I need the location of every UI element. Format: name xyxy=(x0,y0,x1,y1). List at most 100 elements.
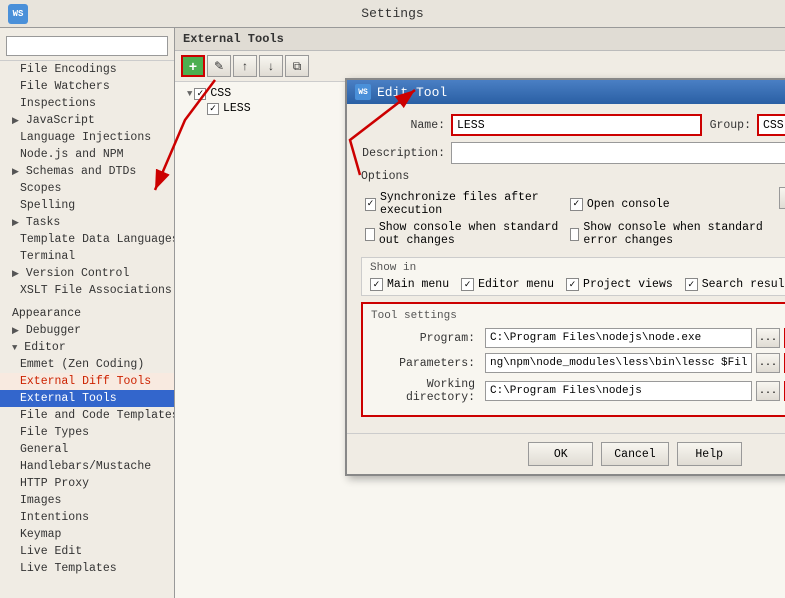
description-label: Description: xyxy=(361,147,451,160)
program-label: Program: xyxy=(371,332,481,345)
program-row: Program: ... Insert macro... xyxy=(371,328,785,348)
group-label: Group: xyxy=(710,119,751,132)
name-input[interactable] xyxy=(451,114,702,136)
sidebar-item-inspections[interactable]: Inspections xyxy=(0,95,174,112)
working-dir-row: Working directory: ... Insert macro... xyxy=(371,378,785,404)
project-views-label: Project views xyxy=(583,278,673,291)
title-bar: WS Settings xyxy=(0,0,785,28)
copy-button[interactable]: ⧉ xyxy=(285,55,309,77)
ext-tools-header: External Tools xyxy=(175,28,785,51)
parameters-label: Parameters: xyxy=(371,357,481,370)
options-section-label: Options xyxy=(361,170,785,183)
sidebar-item-xslt[interactable]: XSLT File Associations xyxy=(0,282,174,299)
parameters-input[interactable] xyxy=(485,353,752,373)
window-title: Settings xyxy=(361,6,423,21)
sidebar-item-terminal[interactable]: Terminal xyxy=(0,248,174,265)
working-dir-browse-button[interactable]: ... xyxy=(756,381,780,401)
editor-menu-checkbox[interactable]: ✓ xyxy=(461,278,474,291)
sidebar-item-version-control[interactable]: ▶ Version Control xyxy=(0,265,174,282)
edit-tool-button[interactable]: ✎ xyxy=(207,55,231,77)
show-in-editor-menu: ✓ Editor menu xyxy=(461,278,554,291)
parameters-browse-button[interactable]: ... xyxy=(756,353,780,373)
content-area: External Tools + ✎ ↑ ↓ ⧉ ▼ ✓ CSS ✓ LESS xyxy=(175,28,785,598)
sidebar-item-general[interactable]: General xyxy=(0,441,174,458)
name-label: Name: xyxy=(361,119,451,132)
option-sync-files: ✓ Synchronize files after execution xyxy=(365,191,566,217)
sidebar-item-javascript[interactable]: ▶ JavaScript xyxy=(0,112,174,129)
show-in-search-results: ✓ Search results xyxy=(685,278,785,291)
sidebar-item-spelling[interactable]: Spelling xyxy=(0,197,174,214)
show-in-section: Show in ✓ Main menu ✓ Editor menu ✓ Proj xyxy=(361,257,785,296)
sidebar-item-keymap[interactable]: Keymap xyxy=(0,526,174,543)
program-browse-button[interactable]: ... xyxy=(756,328,780,348)
main-menu-label: Main menu xyxy=(387,278,449,291)
sidebar-item-scopes[interactable]: Scopes xyxy=(0,180,174,197)
working-dir-input[interactable] xyxy=(485,381,752,401)
sidebar-item-external-tools[interactable]: External Tools xyxy=(0,390,174,407)
group-input[interactable] xyxy=(757,114,785,136)
sidebar-item-file-code-templates[interactable]: File and Code Templates xyxy=(0,407,174,424)
stdout-label: Show console when standard out changes xyxy=(379,221,566,247)
name-group-row: Name: Group: ▼ xyxy=(361,114,785,136)
sidebar-item-live-edit[interactable]: Live Edit xyxy=(0,543,174,560)
sidebar-item-emmet[interactable]: Emmet (Zen Coding) xyxy=(0,356,174,373)
sidebar-item-file-watchers[interactable]: File Watchers xyxy=(0,78,174,95)
output-filters-button[interactable]: Output Filters... xyxy=(779,187,785,209)
description-row: Description: xyxy=(361,142,785,164)
sidebar-item-editor[interactable]: ▼ Editor xyxy=(0,339,174,356)
sidebar-item-handlebars[interactable]: Handlebars/Mustache xyxy=(0,458,174,475)
group-section: Group: ▼ xyxy=(710,114,785,136)
show-in-project-views: ✓ Project views xyxy=(566,278,673,291)
sidebar-item-http-proxy[interactable]: HTTP Proxy xyxy=(0,475,174,492)
css-checkbox[interactable]: ✓ xyxy=(194,88,206,100)
sidebar-item-tasks[interactable]: ▶ Tasks xyxy=(0,214,174,231)
sidebar-item-ext-diff-tools[interactable]: External Diff Tools xyxy=(0,373,174,390)
sidebar-item-images[interactable]: Images xyxy=(0,492,174,509)
editor-menu-label: Editor menu xyxy=(478,278,554,291)
cancel-button[interactable]: Cancel xyxy=(601,442,668,466)
less-checkbox[interactable]: ✓ xyxy=(207,103,219,115)
sidebar-item-appearance[interactable]: Appearance xyxy=(0,305,174,322)
working-dir-label: Working directory: xyxy=(371,378,481,404)
project-views-checkbox[interactable]: ✓ xyxy=(566,278,579,291)
sidebar-search-container xyxy=(0,32,174,61)
css-label: CSS xyxy=(210,87,231,100)
tool-settings-label: Tool settings xyxy=(371,310,785,322)
program-input[interactable] xyxy=(485,328,752,348)
expand-css-icon: ▼ xyxy=(187,89,192,99)
parameters-row: Parameters: ... Insert macro... xyxy=(371,353,785,373)
add-tool-button[interactable]: + xyxy=(181,55,205,77)
sidebar-item-nodejs[interactable]: Node.js and NPM xyxy=(0,146,174,163)
sidebar-item-language-injections[interactable]: Language Injections xyxy=(0,129,174,146)
open-console-checkbox[interactable]: ✓ xyxy=(570,198,583,211)
ok-button[interactable]: OK xyxy=(528,442,593,466)
sidebar-item-file-encodings[interactable]: File Encodings xyxy=(0,61,174,78)
description-input[interactable] xyxy=(451,142,785,164)
stdout-checkbox[interactable] xyxy=(365,228,375,241)
sync-files-checkbox[interactable]: ✓ xyxy=(365,198,376,211)
sidebar-item-debugger[interactable]: ▶ Debugger xyxy=(0,322,174,339)
show-in-label: Show in xyxy=(370,262,785,274)
sidebar-search-input[interactable] xyxy=(6,36,168,56)
help-button[interactable]: Help xyxy=(677,442,742,466)
move-up-button[interactable]: ↑ xyxy=(233,55,257,77)
main-menu-checkbox[interactable]: ✓ xyxy=(370,278,383,291)
sidebar-item-file-types[interactable]: File Types xyxy=(0,424,174,441)
show-in-options: ✓ Main menu ✓ Editor menu ✓ Project view… xyxy=(370,278,785,291)
stderr-label: Show console when standard error changes xyxy=(583,221,770,247)
search-results-checkbox[interactable]: ✓ xyxy=(685,278,698,291)
sidebar-item-template-data[interactable]: Template Data Languages xyxy=(0,231,174,248)
dialog-logo: WS xyxy=(355,84,371,100)
option-stderr: Show console when standard error changes xyxy=(570,221,771,247)
open-console-label: Open console xyxy=(587,198,670,211)
dialog-footer: OK Cancel Help xyxy=(347,433,785,474)
options-grid: ✓ Synchronize files after execution ✓ Op… xyxy=(361,187,771,253)
sidebar-item-intentions[interactable]: Intentions xyxy=(0,509,174,526)
move-down-button[interactable]: ↓ xyxy=(259,55,283,77)
sidebar-item-schemas[interactable]: ▶ Schemas and DTDs xyxy=(0,163,174,180)
dialog-title-left: WS Edit Tool xyxy=(355,84,447,100)
settings-sidebar: File Encodings File Watchers Inspections… xyxy=(0,28,175,598)
sidebar-item-live-templates[interactable]: Live Templates xyxy=(0,560,174,577)
app-logo: WS xyxy=(8,4,28,24)
stderr-checkbox[interactable] xyxy=(570,228,579,241)
